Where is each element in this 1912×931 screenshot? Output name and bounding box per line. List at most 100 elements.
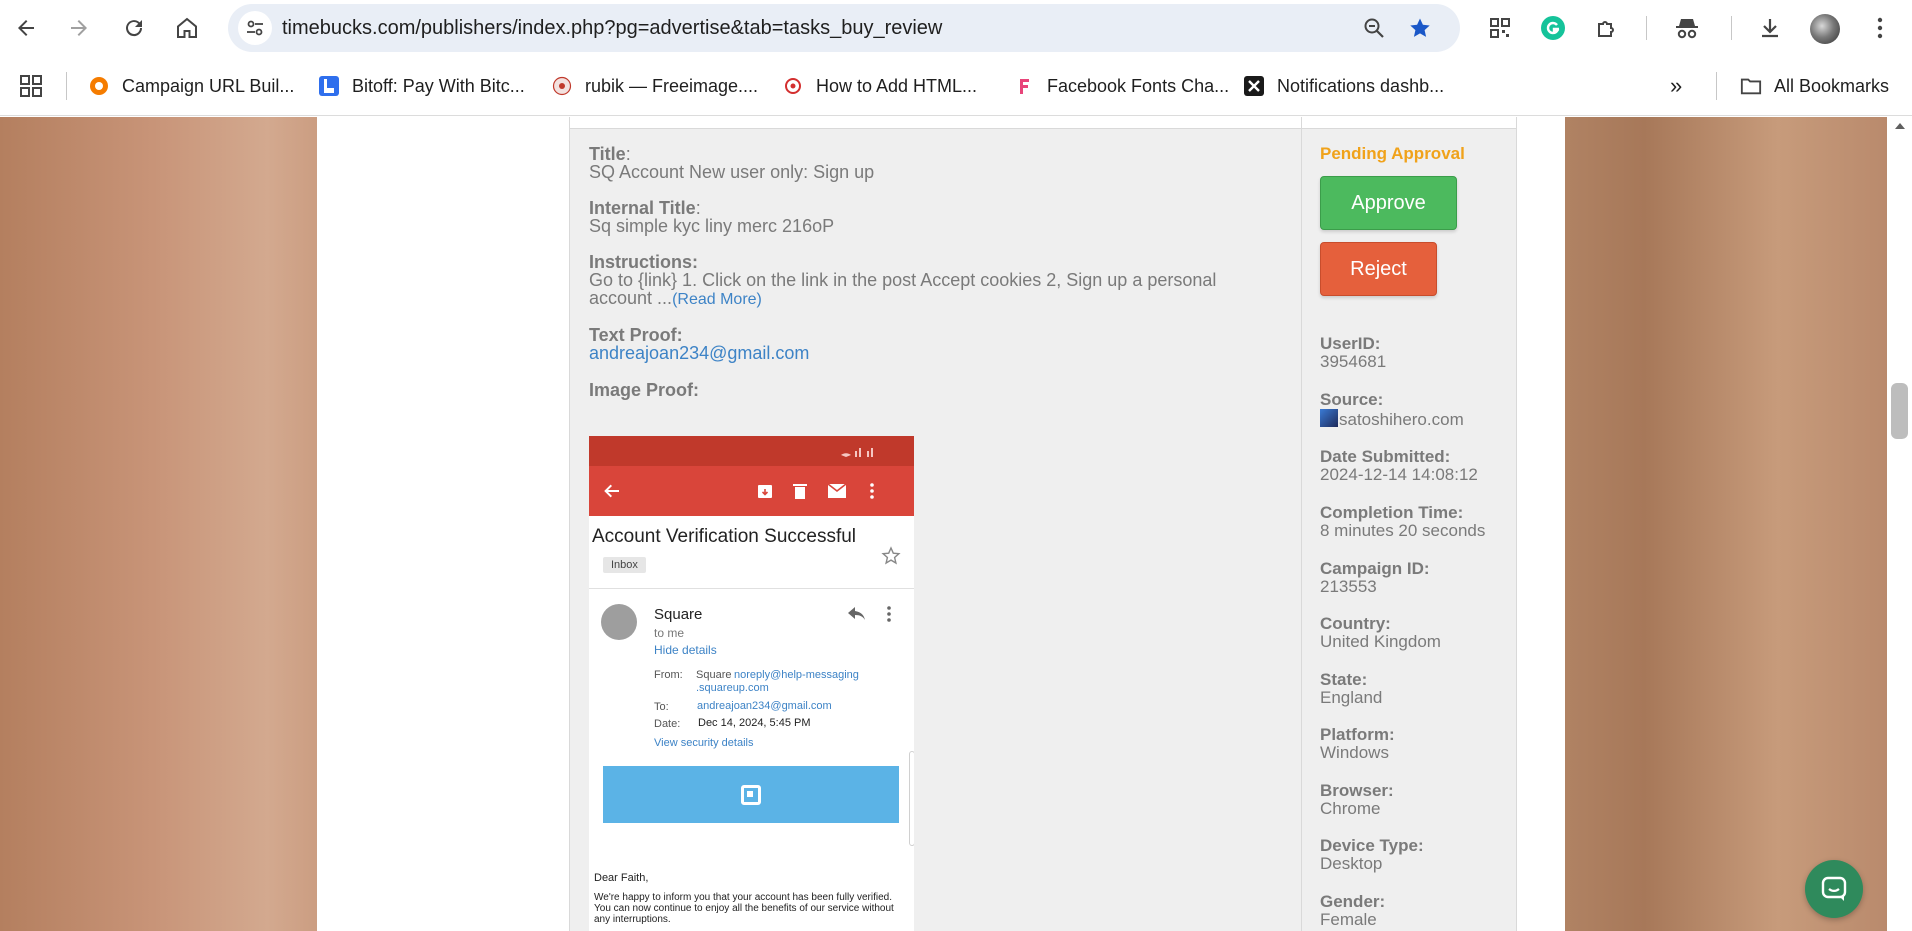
star-outline-icon bbox=[881, 546, 901, 571]
campaign-url-builder-favicon bbox=[88, 75, 110, 97]
meta-browser: Browser: Chrome bbox=[1320, 782, 1394, 818]
page-content: Title: SQ Account New user only: Sign up… bbox=[317, 117, 1565, 931]
reload-button[interactable] bbox=[116, 10, 152, 46]
bookmark-label: rubik — Freeimage.... bbox=[585, 75, 759, 96]
bookmark-html-guide[interactable]: How to Add HTML... bbox=[782, 72, 977, 100]
home-button[interactable] bbox=[169, 10, 205, 46]
bookmark-freeimage[interactable]: rubik — Freeimage.... bbox=[551, 72, 758, 100]
signal-icon bbox=[841, 448, 873, 457]
card-header-edge bbox=[570, 117, 1516, 129]
internal-title-value: Sq simple kyc liny merc 216oP bbox=[589, 216, 835, 236]
instructions-text: Go to {link} 1. Click on the link in the… bbox=[589, 270, 1217, 290]
bookmark-bitoff[interactable]: Bitoff: Pay With Bitc... bbox=[318, 72, 525, 100]
scrollbar-thumb[interactable] bbox=[1891, 383, 1908, 439]
title-field: Title: SQ Account New user only: Sign up bbox=[589, 144, 875, 182]
apps-grid-button[interactable] bbox=[20, 72, 42, 100]
extensions-icon[interactable] bbox=[1591, 12, 1623, 44]
meta-value: England bbox=[1320, 688, 1383, 707]
chat-widget-button[interactable] bbox=[1805, 860, 1863, 918]
from-email-continued: .squareup.com bbox=[696, 682, 769, 694]
all-bookmarks-button[interactable]: All Bookmarks bbox=[1740, 72, 1889, 100]
bookmark-facebook-fonts[interactable]: Facebook Fonts Cha... bbox=[1013, 72, 1229, 100]
meta-date-submitted: Date Submitted: 2024-12-14 14:08:12 bbox=[1320, 448, 1478, 484]
instructions-label: Instructions: bbox=[589, 252, 699, 272]
profile-avatar[interactable] bbox=[1810, 14, 1840, 44]
divider bbox=[589, 588, 914, 589]
notifications-favicon bbox=[1243, 75, 1265, 97]
page-scrollbar[interactable] bbox=[1887, 117, 1912, 931]
meta-country: Country: United Kingdom bbox=[1320, 615, 1441, 651]
meta-campaign-id: Campaign ID: 213553 bbox=[1320, 560, 1430, 596]
site-info-button[interactable] bbox=[238, 11, 272, 45]
back-button[interactable] bbox=[8, 10, 44, 46]
meta-key: Browser: bbox=[1320, 781, 1394, 800]
apps-grid-icon bbox=[20, 75, 42, 97]
bookmark-label: Bitoff: Pay With Bitc... bbox=[352, 75, 525, 96]
bookmark-star-icon[interactable] bbox=[1408, 16, 1432, 45]
to-email: andreajoan234@gmail.com bbox=[697, 700, 832, 712]
from-email: noreply@help-messaging bbox=[734, 669, 859, 681]
email-body: We're happy to inform you that your acco… bbox=[594, 892, 894, 925]
chat-icon bbox=[1821, 876, 1847, 901]
trash-icon bbox=[789, 480, 811, 502]
sender-name: Square bbox=[654, 606, 703, 623]
reject-button[interactable]: Reject bbox=[1320, 242, 1437, 296]
title-label: Title bbox=[589, 144, 626, 164]
text-proof-value[interactable]: andreajoan234@gmail.com bbox=[589, 343, 809, 363]
date-value: Dec 14, 2024, 5:45 PM bbox=[698, 717, 811, 729]
from-name: Square bbox=[696, 669, 732, 681]
bookmark-notifications[interactable]: Notifications dashb... bbox=[1243, 72, 1444, 100]
meta-key: UserID: bbox=[1320, 334, 1381, 353]
meta-key: Country: bbox=[1320, 614, 1391, 633]
reload-icon bbox=[126, 20, 143, 37]
download-icon[interactable] bbox=[1754, 12, 1786, 44]
square-logo-icon bbox=[741, 785, 761, 805]
source-site-icon bbox=[1320, 409, 1338, 427]
scroll-up-arrow-icon[interactable] bbox=[1895, 123, 1905, 129]
read-more-link[interactable]: (Read More) bbox=[672, 291, 762, 308]
html-guide-favicon bbox=[782, 75, 804, 97]
bookmark-campaign-url-builder[interactable]: Campaign URL Buil... bbox=[88, 72, 294, 100]
incognito-icon[interactable] bbox=[1671, 12, 1703, 44]
approve-button[interactable]: Approve bbox=[1320, 176, 1457, 230]
internal-title-field: Internal Title: Sq simple kyc liny merc … bbox=[589, 198, 835, 236]
menu-kebab-icon[interactable] bbox=[1864, 12, 1896, 44]
toolbar-separator bbox=[1646, 16, 1647, 40]
image-proof-thumbnail[interactable]: Account Verification Successful Inbox Sq… bbox=[589, 436, 914, 931]
address-bar[interactable]: timebucks.com/publishers/index.php?pg=ad… bbox=[228, 4, 1460, 52]
meta-value: United Kingdom bbox=[1320, 632, 1441, 651]
forward-button[interactable] bbox=[61, 10, 97, 46]
zoom-icon[interactable] bbox=[1362, 16, 1386, 45]
meta-value: 3954681 bbox=[1320, 352, 1387, 371]
meta-key: Gender: bbox=[1320, 892, 1386, 911]
meta-source: Source: satoshihero.com bbox=[1320, 391, 1464, 429]
security-details-link: View security details bbox=[654, 737, 754, 749]
forward-arrow-icon bbox=[71, 20, 87, 36]
facebook-fonts-favicon bbox=[1013, 75, 1035, 97]
meta-value: Chrome bbox=[1320, 799, 1381, 818]
archive-icon bbox=[754, 480, 776, 502]
home-icon bbox=[177, 17, 197, 38]
internal-title-label: Internal Title bbox=[589, 198, 696, 218]
email-app-bar bbox=[589, 466, 914, 516]
meta-user-id: UserID: 3954681 bbox=[1320, 335, 1386, 371]
meta-value: Windows bbox=[1320, 743, 1389, 762]
url-text[interactable]: timebucks.com/publishers/index.php?pg=ad… bbox=[282, 17, 942, 40]
phone-status-bar bbox=[589, 436, 914, 466]
more-vert-icon bbox=[887, 606, 891, 627]
hide-details-link: Hide details bbox=[654, 643, 717, 657]
date-label: Date: bbox=[654, 718, 681, 730]
bookmark-label: Campaign URL Buil... bbox=[122, 75, 295, 96]
grammarly-icon[interactable] bbox=[1537, 12, 1569, 44]
meta-key: Device Type: bbox=[1320, 836, 1424, 855]
reply-icon bbox=[847, 606, 867, 627]
qr-code-icon[interactable] bbox=[1484, 12, 1516, 44]
image-proof-field: Image Proof: bbox=[589, 381, 699, 399]
meta-key: Date Submitted: bbox=[1320, 447, 1451, 466]
image-scroll-indicator bbox=[909, 751, 914, 846]
meta-value: 2024-12-14 14:08:12 bbox=[1320, 465, 1478, 484]
bookmarks-overflow-button[interactable]: » bbox=[1670, 72, 1682, 100]
meta-value: satoshihero.com bbox=[1339, 410, 1464, 429]
meta-key: Campaign ID: bbox=[1320, 559, 1430, 578]
meta-key: Platform: bbox=[1320, 725, 1395, 744]
